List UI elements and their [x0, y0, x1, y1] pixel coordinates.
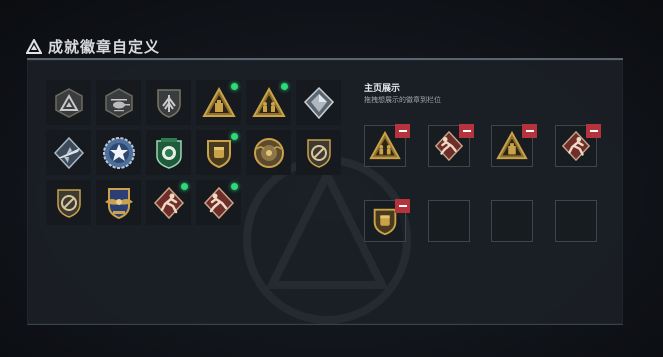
badge-item[interactable] [296, 130, 341, 175]
new-indicator-dot [231, 83, 238, 90]
red-sprinter-icon [202, 186, 236, 220]
badge-item[interactable] [96, 80, 141, 125]
badge-item[interactable] [296, 80, 341, 125]
gold-fist-shield-icon [202, 136, 236, 170]
triangle-emblem-icon [52, 86, 86, 120]
new-indicator-dot [281, 83, 288, 90]
badge-item[interactable] [196, 180, 241, 225]
badge-item[interactable] [46, 80, 91, 125]
circle-slash-shield-icon [302, 136, 336, 170]
golden-triangle-icon [201, 86, 236, 120]
remove-badge-button[interactable] [522, 124, 537, 138]
page-title: 成就徽章自定义 [48, 37, 161, 56]
showcase-slot[interactable] [555, 124, 601, 167]
circle-slash-shield-icon [52, 186, 86, 220]
badge-panel: 主页展示 拖拽想展示的徽章到栏位 [27, 58, 623, 325]
badge-item[interactable] [146, 130, 191, 175]
badge-item[interactable] [96, 130, 141, 175]
empty-showcase-slot[interactable] [555, 200, 597, 242]
badge-item[interactable] [46, 130, 91, 175]
silver-fighter-jet-icon [52, 136, 86, 170]
showcase-heading: 主页展示 [364, 84, 401, 94]
badge-item[interactable] [146, 180, 191, 225]
new-indicator-dot [231, 183, 238, 190]
silver-diamond-icon [302, 86, 336, 120]
remove-badge-button[interactable] [395, 199, 410, 213]
showcase-slot[interactable] [364, 199, 410, 242]
remove-badge-button[interactable] [395, 124, 410, 138]
golden-triangle-soldiers-icon [251, 86, 286, 120]
badge-item[interactable] [96, 180, 141, 225]
blue-star-badge-icon [102, 136, 136, 170]
badge-item[interactable] [246, 80, 291, 125]
badge-item[interactable] [196, 130, 241, 175]
showcase-slot[interactable] [491, 124, 537, 167]
showcase-slot[interactable] [364, 124, 410, 167]
badge-item[interactable] [46, 180, 91, 225]
badge-item[interactable] [196, 80, 241, 125]
remove-badge-button[interactable] [586, 124, 601, 138]
remove-badge-button[interactable] [459, 124, 474, 138]
green-crest-badge-icon [152, 136, 186, 170]
triangle-logo-icon [26, 38, 42, 54]
new-indicator-dot [231, 133, 238, 140]
showcase-slot[interactable] [428, 124, 474, 167]
showcase-hint: 拖拽想展示的徽章到栏位 [364, 96, 441, 104]
empty-showcase-slot[interactable] [491, 200, 533, 242]
page-header: 成就徽章自定义 [26, 35, 160, 57]
new-indicator-dot [181, 183, 188, 190]
red-runner-icon [152, 186, 186, 220]
badge-item[interactable] [146, 80, 191, 125]
eagle-wings-medal-icon [102, 186, 136, 220]
badge-item[interactable] [246, 130, 291, 175]
wings-shield-icon [152, 86, 186, 120]
gold-roundel-icon [252, 136, 286, 170]
empty-showcase-slot[interactable] [428, 200, 470, 242]
helicopter-emblem-icon [102, 86, 136, 120]
badge-grid [46, 80, 341, 225]
